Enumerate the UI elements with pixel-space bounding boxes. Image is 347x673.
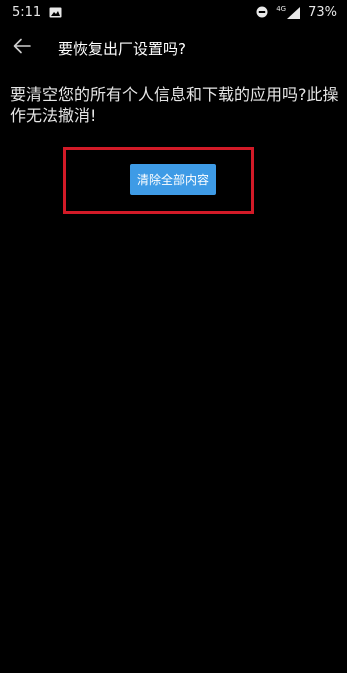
page-title: 要恢复出厂设置吗?: [58, 39, 186, 58]
do-not-disturb-icon: [256, 6, 268, 18]
battery-percentage: 73%: [308, 4, 337, 20]
gallery-notification-icon: [49, 7, 62, 18]
warning-message: 要清空您的所有个人信息和下载的应用吗?此操作无法撤消!: [10, 85, 339, 125]
network-type: 4G: [276, 4, 287, 13]
signal-group: 4G: [276, 4, 301, 19]
status-bar: 5:11 4G 73%: [0, 0, 347, 24]
back-arrow-icon: [13, 38, 31, 58]
back-button[interactable]: [10, 36, 34, 60]
status-right: 4G 73%: [256, 5, 337, 20]
status-time: 5:11: [12, 4, 42, 20]
app-bar: 要恢复出厂设置吗?: [0, 28, 347, 68]
erase-all-button[interactable]: 清除全部内容: [130, 164, 216, 195]
status-left: 5:11: [12, 5, 62, 20]
signal-strength-icon: [287, 6, 301, 19]
